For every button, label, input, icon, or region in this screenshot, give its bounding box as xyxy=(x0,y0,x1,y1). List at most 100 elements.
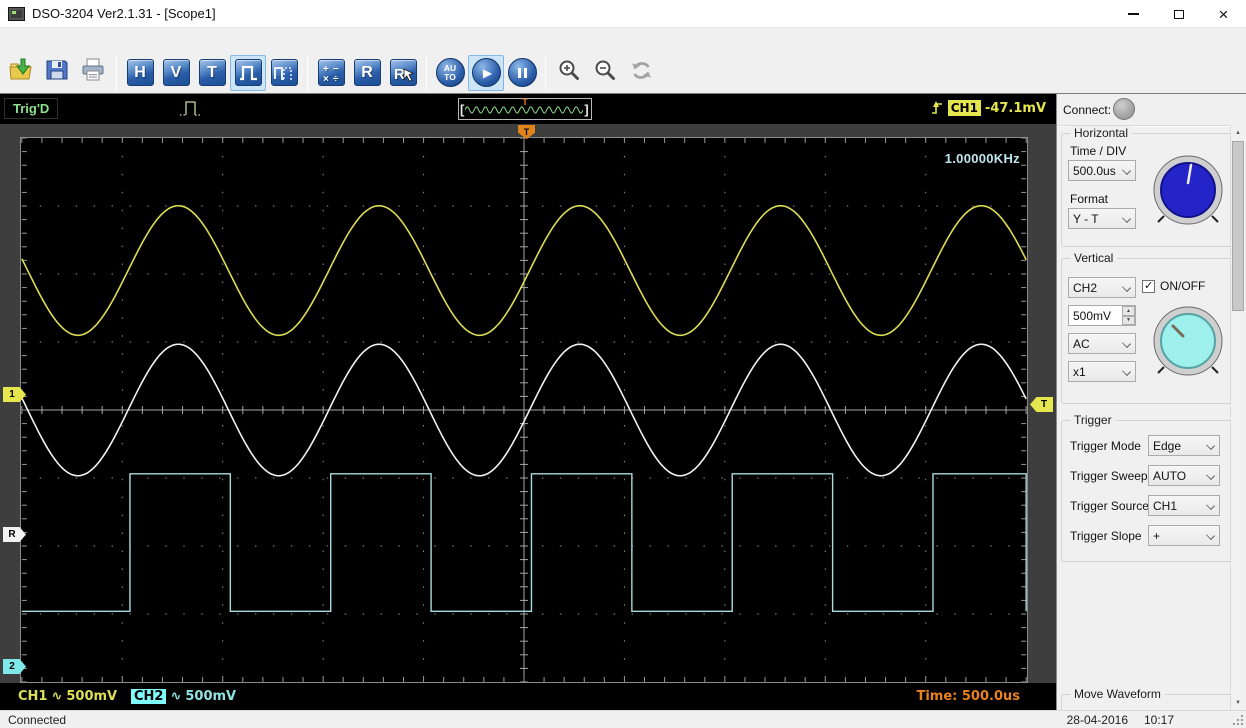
vertical-knob[interactable] xyxy=(1150,303,1226,379)
trigger-level-value: -47.1mV xyxy=(984,100,1046,116)
window-title: DSO-3204 Ver2.1.31 - [Scope1] xyxy=(32,6,216,21)
ch1-badge: CH1 xyxy=(18,689,48,704)
advanced-trigger-button[interactable] xyxy=(266,55,302,91)
ch2-readout[interactable]: CH2 ∿ 500mV xyxy=(131,687,236,706)
time-div-label: Time / DIV xyxy=(1070,144,1127,158)
preview-trigger-marker: T xyxy=(522,97,528,107)
select-value: + xyxy=(1153,528,1161,543)
chevron-down-icon xyxy=(1122,283,1131,292)
status-time: 10:17 xyxy=(1143,713,1174,727)
pause-button[interactable] xyxy=(504,55,540,91)
coupling-select[interactable]: AC xyxy=(1068,333,1136,354)
menu-bar: FileViewSetupDisplayCursorMeasureAcquire… xyxy=(0,28,1246,76)
waveform-position-preview[interactable]: T [ ] xyxy=(458,97,592,120)
trigger-source-select[interactable]: CH1 xyxy=(1148,495,1220,516)
connect-led-icon xyxy=(1113,98,1135,120)
chevron-down-icon xyxy=(1122,214,1131,223)
ch1-readout[interactable]: CH1 ∿ 500mV xyxy=(18,687,117,706)
title-bar: DSO-3204 Ver2.1.31 - [Scope1] × xyxy=(0,0,1246,28)
select-value: CH1 xyxy=(1153,498,1178,513)
scope-frame: 1.00000KHz 1 R 2 T T xyxy=(0,124,1056,683)
vertical-setup-button[interactable]: V xyxy=(158,55,194,91)
play-icon: ▶ xyxy=(471,58,501,87)
scale-spinner[interactable]: 500mV ▲ ▼ xyxy=(1068,305,1136,326)
connect-label: Connect: xyxy=(1063,103,1112,117)
frequency-counter: 1.00000KHz xyxy=(944,151,1020,166)
zoom-in-button[interactable] xyxy=(551,55,587,91)
trigger-mode-select[interactable]: Edge xyxy=(1148,435,1220,456)
control-panel: Connect: Horizontal Time / DIV 500.0us F… xyxy=(1056,94,1246,710)
scrollbar-thumb[interactable] xyxy=(1232,141,1244,311)
minimize-button[interactable] xyxy=(1111,0,1156,28)
trigger-readout: CH1 -47.1mV xyxy=(930,99,1046,117)
open-button[interactable] xyxy=(3,55,39,91)
save-button[interactable] xyxy=(39,55,75,91)
math-button[interactable]: + − × ÷ xyxy=(313,55,349,91)
pulse-indicator-icon xyxy=(180,101,202,116)
scope-display xyxy=(20,137,1028,683)
close-button[interactable]: × xyxy=(1201,0,1246,28)
spinner-down-icon[interactable]: ▼ xyxy=(1122,315,1135,325)
chevron-down-icon xyxy=(1206,501,1215,510)
trigger-group-title: Trigger xyxy=(1070,413,1116,427)
trigger-sweep-select[interactable]: AUTO xyxy=(1148,465,1220,486)
app-icon xyxy=(8,7,25,21)
print-button[interactable] xyxy=(75,55,111,91)
letter-icon: V xyxy=(162,59,190,86)
pulse-icon xyxy=(234,59,262,86)
spinner-up-icon[interactable]: ▲ xyxy=(1122,306,1135,316)
chevron-down-icon xyxy=(1122,166,1131,175)
probe-value: x1 xyxy=(1073,364,1086,379)
reference-button[interactable]: R xyxy=(349,55,385,91)
trigger-setup-button[interactable]: T xyxy=(194,55,230,91)
probe-select[interactable]: x1 xyxy=(1068,361,1136,382)
open-folder-icon xyxy=(7,57,35,88)
chevron-down-icon xyxy=(1122,339,1131,348)
scroll-down-icon[interactable]: ▼ xyxy=(1231,695,1245,710)
onoff-label: ON/OFF xyxy=(1160,279,1206,293)
letter-icon: R xyxy=(353,59,381,86)
resize-grip[interactable] xyxy=(1233,715,1243,725)
panel-scrollbar[interactable]: ▲ ▼ xyxy=(1230,125,1245,710)
scroll-up-icon[interactable]: ▲ xyxy=(1231,125,1245,140)
pulse2-icon xyxy=(270,59,298,86)
zoom-out-icon xyxy=(593,58,618,88)
time-div-value: 500.0us xyxy=(1073,163,1116,178)
coupling-icon: ∿ xyxy=(51,689,63,704)
trigger-row-label: Trigger Slope xyxy=(1070,529,1142,543)
maximize-button[interactable] xyxy=(1156,0,1201,28)
svg-text:R: R xyxy=(394,66,405,83)
horizontal-knob[interactable] xyxy=(1150,152,1226,228)
channel-select[interactable]: CH2 xyxy=(1068,277,1136,298)
cursor-measure-button[interactable]: R xyxy=(385,55,421,91)
onoff-checkbox[interactable] xyxy=(1142,279,1155,293)
status-bar: Connected 28-04-2016 10:17 xyxy=(0,710,1246,728)
toolbar-separator xyxy=(307,55,308,90)
trigger-status-badge: Trig'D xyxy=(4,98,59,119)
chevron-down-icon xyxy=(1122,367,1131,376)
auto-icon: AU TO xyxy=(435,58,465,87)
format-select[interactable]: Y - T xyxy=(1068,208,1136,229)
zoom-in-icon xyxy=(557,58,582,88)
trigger-level-marker[interactable]: T xyxy=(1030,397,1053,412)
toolbar: H V T + − × ÷ R R AU TO ▶ xyxy=(0,52,1246,94)
autoset-button[interactable]: AU TO xyxy=(432,55,468,91)
rising-edge-icon xyxy=(931,101,942,114)
sync-button[interactable] xyxy=(623,55,659,91)
trigger-slope-select[interactable]: + xyxy=(1148,525,1220,546)
pulse-trigger-button[interactable] xyxy=(230,54,266,91)
svg-text:÷: ÷ xyxy=(333,74,339,84)
time-div-select[interactable]: 500.0us xyxy=(1068,160,1136,181)
channel-bar: Time: 500.0us CH1 ∿ 500mV CH2 ∿ 500mV xyxy=(0,683,1056,710)
format-value: Y - T xyxy=(1073,211,1099,226)
zoom-out-button[interactable] xyxy=(587,55,623,91)
run-button[interactable]: ▶ xyxy=(468,54,504,91)
chevron-down-icon xyxy=(1206,441,1215,450)
format-label: Format xyxy=(1070,192,1109,206)
scale-value: 500mV xyxy=(1073,308,1112,323)
horizontal-setup-button[interactable]: H xyxy=(122,55,158,91)
vertical-group: Vertical CH2 ON/OFF 500mV ▲▼ AC x1 xyxy=(1061,251,1233,404)
ch2-badge: CH2 xyxy=(131,689,167,704)
toolbar-separator xyxy=(426,55,427,90)
trigger-status-row: Trig'D T [ ] CH1 -47.1mV xyxy=(0,94,1056,124)
